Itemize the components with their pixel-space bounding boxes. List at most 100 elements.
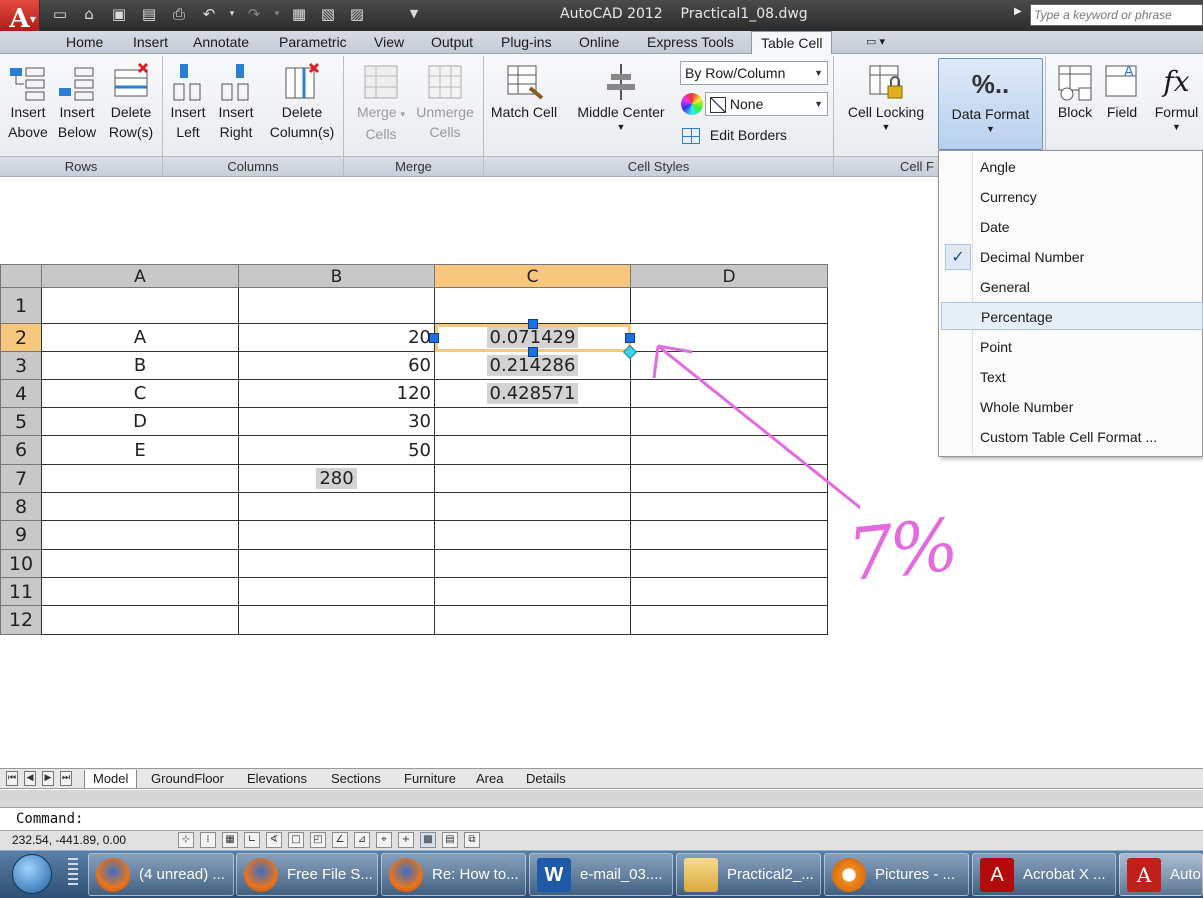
layout-tab-sections[interactable]: Sections [331, 770, 381, 788]
table-cell-d[interactable] [631, 288, 828, 324]
cell-locking-button[interactable]: Cell Locking ▼ [840, 62, 932, 132]
cell-grip-right[interactable] [625, 333, 635, 343]
command-line[interactable] [0, 808, 1203, 830]
tab-express-tools[interactable]: Express Tools [645, 31, 736, 54]
row-header[interactable]: 7 [0, 465, 42, 493]
table-cell-d[interactable] [631, 606, 828, 635]
table-cell-b[interactable]: 120 [239, 380, 435, 408]
insert-below-button[interactable]: Insert Below [54, 62, 100, 142]
row-header[interactable]: 1 [0, 288, 42, 324]
open-folder-icon[interactable]: ⌂ [79, 4, 99, 24]
menu-item-general[interactable]: General [941, 273, 1203, 301]
row-header[interactable]: 8 [0, 493, 42, 521]
redo-icon[interactable]: ↷ [244, 4, 264, 24]
table-cell-a[interactable] [42, 465, 239, 493]
column-header-c[interactable]: C [435, 264, 631, 288]
cell-grip-top[interactable] [528, 319, 538, 329]
table-cell-a[interactable]: B [42, 352, 239, 380]
taskbar-firefox-unread[interactable]: (4 unread) ... [88, 853, 234, 896]
taskbar-folder-practical[interactable]: Practical2_... [676, 853, 821, 896]
properties-icon[interactable]: ▨ [347, 4, 367, 24]
column-header-b[interactable]: B [239, 264, 435, 288]
insert-formula-button[interactable]: fx Formul ▼ [1150, 62, 1203, 132]
first-layout-icon[interactable]: ⏮ [6, 771, 18, 786]
undo-dropdown-icon[interactable]: ▾ [222, 4, 242, 24]
table-cell-c[interactable] [435, 493, 631, 521]
menu-item-date[interactable]: Date [941, 213, 1203, 241]
table-cell-c[interactable] [435, 408, 631, 436]
merge-cells-button[interactable]: Merge ▾ Cells [350, 62, 412, 144]
taskbar-grip-icon[interactable] [68, 858, 78, 888]
taskbar-pictures[interactable]: Pictures - ... [824, 853, 969, 896]
object-snap-icon[interactable]: □ [288, 832, 304, 848]
table-cell-b[interactable] [239, 288, 435, 324]
table-cell-c[interactable] [435, 436, 631, 465]
print-icon[interactable]: ⎙ [169, 4, 189, 24]
search-expand-icon[interactable]: ▶ [1014, 6, 1022, 17]
layout-tab-details[interactable]: Details [526, 770, 566, 788]
layout-tab-model[interactable]: Model [84, 770, 138, 788]
save-as-icon[interactable]: ▤ [139, 4, 159, 24]
table-cell-b[interactable]: 280 [239, 465, 435, 493]
redo-dropdown-icon[interactable]: ▾ [267, 4, 287, 24]
table-cell-a[interactable] [42, 288, 239, 324]
quick-properties-icon[interactable]: ▤ [442, 832, 458, 848]
table-cell-b[interactable]: 60 [239, 352, 435, 380]
snap-mode-icon[interactable]: ⁞ [200, 832, 216, 848]
table-cell-b[interactable]: 30 [239, 408, 435, 436]
menu-item-angle[interactable]: Angle [941, 153, 1203, 181]
menu-item-decimal-number[interactable]: Decimal Number [941, 243, 1203, 271]
merge-panel-title[interactable]: Merge [344, 156, 483, 176]
polar-tracking-icon[interactable]: ∢ [266, 832, 282, 848]
lineweight-icon[interactable]: + [398, 832, 414, 848]
taskbar-autocad[interactable]: A Auto [1119, 853, 1203, 896]
layout-tab-furniture[interactable]: Furniture [404, 770, 456, 788]
dynamic-input-icon[interactable]: ⌖ [376, 832, 392, 848]
menu-item-percentage[interactable]: Percentage [941, 302, 1203, 330]
publish-icon[interactable]: ▧ [318, 4, 338, 24]
alignment-button[interactable]: Middle Center ▼ [570, 62, 672, 132]
table-cell-c[interactable] [435, 578, 631, 606]
taskbar-firefox-how-to[interactable]: Re: How to... [381, 853, 526, 896]
table-cell-d[interactable] [631, 550, 828, 578]
table-cell-a[interactable] [42, 578, 239, 606]
table-cell-a[interactable] [42, 550, 239, 578]
undo-icon[interactable]: ↶ [199, 4, 219, 24]
row-header[interactable]: 10 [0, 550, 42, 578]
transparency-icon[interactable]: ▩ [420, 832, 436, 848]
row-header[interactable]: 2 [0, 324, 42, 352]
table-cell-a[interactable] [42, 606, 239, 635]
layout-tab-elevations[interactable]: Elevations [247, 770, 307, 788]
table-cell-b[interactable]: 20 [239, 324, 435, 352]
columns-panel-title[interactable]: Columns [163, 156, 343, 176]
table-cell-b[interactable] [239, 606, 435, 635]
dynamic-ucs-icon[interactable]: ⊿ [354, 832, 370, 848]
plot-icon[interactable]: ▦ [289, 4, 309, 24]
table-cell-b[interactable] [239, 578, 435, 606]
insert-right-button[interactable]: Insert Right [214, 62, 258, 142]
new-file-icon[interactable]: ▭ [50, 4, 70, 24]
table-cell-a[interactable] [42, 493, 239, 521]
insert-above-button[interactable]: Insert Above [4, 62, 52, 142]
taskbar-firefox-file[interactable]: Free File S... [236, 853, 378, 896]
rows-panel-title[interactable]: Rows [0, 156, 162, 176]
last-layout-icon[interactable]: ⏭ [60, 771, 72, 786]
row-header[interactable]: 9 [0, 521, 42, 550]
save-icon[interactable]: ▣ [109, 4, 129, 24]
table-cell-a[interactable]: E [42, 436, 239, 465]
delete-rows-button[interactable]: Delete Row(s) [104, 62, 158, 142]
table-cell-a[interactable]: A [42, 324, 239, 352]
row-header[interactable]: 6 [0, 436, 42, 465]
table-cell-c[interactable] [435, 606, 631, 635]
unmerge-cells-button[interactable]: Unmerge Cells [412, 62, 478, 142]
menu-item-text[interactable]: Text [941, 363, 1203, 391]
table-cell-a[interactable]: D [42, 408, 239, 436]
table-cell-b[interactable] [239, 550, 435, 578]
table-cell-b[interactable]: 50 [239, 436, 435, 465]
row-header[interactable]: 11 [0, 578, 42, 606]
row-header[interactable]: 4 [0, 380, 42, 408]
cell-format-panel-title[interactable]: Cell F [834, 156, 938, 176]
previous-layout-icon[interactable]: ◀ [24, 771, 36, 786]
cell-style-select[interactable]: By Row/Column ▼ [680, 61, 828, 85]
table-cell-d[interactable] [631, 578, 828, 606]
